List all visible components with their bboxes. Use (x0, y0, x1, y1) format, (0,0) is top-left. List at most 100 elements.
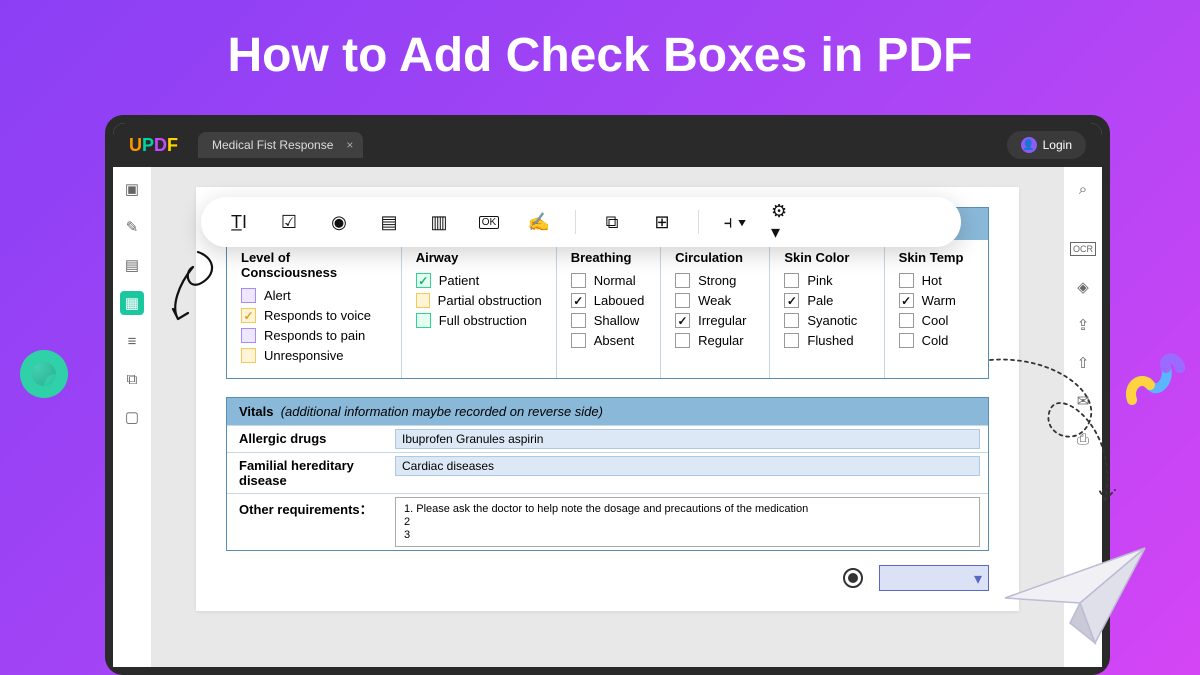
organize-icon[interactable]: ≡ (120, 329, 144, 353)
assessment-column: Skin TempHotWarmCoolCold (884, 240, 988, 378)
other-req-field[interactable]: 1. Please ask the doctor to help note th… (395, 497, 980, 547)
checkbox-option[interactable]: Shallow (571, 313, 646, 328)
checkbox-icon[interactable] (416, 313, 431, 328)
option-label: Alert (264, 288, 291, 303)
checkbox-icon[interactable] (241, 288, 256, 303)
option-label: Absent (594, 333, 634, 348)
checkbox-icon[interactable] (241, 308, 256, 323)
option-label: Cold (922, 333, 949, 348)
checkbox-icon[interactable] (241, 348, 256, 363)
button-icon[interactable]: OK (475, 210, 503, 234)
protect-icon[interactable]: ▢ (120, 405, 144, 429)
document-tab[interactable]: Medical Fist Response × (198, 132, 363, 158)
checkbox-option[interactable]: Strong (675, 273, 755, 288)
checkbox-icon[interactable] (241, 328, 256, 343)
checkbox-option[interactable]: Alert (241, 288, 387, 303)
image-field-icon[interactable]: ⧉ (598, 210, 626, 234)
hero-title: How to Add Check Boxes in PDF (0, 0, 1200, 83)
checkbox-icon[interactable] (416, 293, 430, 308)
option-label: Syanotic (807, 313, 857, 328)
checkbox-icon[interactable] (784, 333, 799, 348)
option-label: Pink (807, 273, 832, 288)
decorative-ring-icon (20, 350, 68, 398)
checkbox-option[interactable]: Syanotic (784, 313, 869, 328)
checkbox-option[interactable]: Absent (571, 333, 646, 348)
checkbox-icon[interactable] (675, 273, 690, 288)
ocr-icon[interactable]: OCR (1071, 237, 1095, 261)
checkbox-option[interactable]: Partial obstruction (416, 293, 542, 308)
close-icon[interactable]: × (346, 138, 353, 152)
option-label: Normal (594, 273, 636, 288)
checkbox-option[interactable]: Responds to voice (241, 308, 387, 323)
checkbox-icon[interactable] (675, 313, 690, 328)
radio-control[interactable] (843, 568, 863, 588)
checkbox-option[interactable]: Cool (899, 313, 974, 328)
checkbox-icon[interactable] (571, 293, 586, 308)
checkbox-icon[interactable]: ☑ (275, 210, 303, 234)
checkbox-option[interactable]: Hot (899, 273, 974, 288)
checkbox-icon[interactable] (571, 313, 586, 328)
option-label: Responds to pain (264, 328, 365, 343)
vitals-field[interactable]: Ibuprofen Granules aspirin (395, 429, 980, 449)
checkbox-option[interactable]: Normal (571, 273, 646, 288)
reader-icon[interactable]: ▣ (120, 177, 144, 201)
checkbox-icon[interactable] (675, 293, 690, 308)
checkbox-icon[interactable] (784, 273, 799, 288)
option-label: Regular (698, 333, 744, 348)
comment-icon[interactable]: ✎ (120, 215, 144, 239)
checkbox-icon[interactable] (416, 273, 431, 288)
checkbox-option[interactable]: Warm (899, 293, 974, 308)
search-icon[interactable]: ⌕ (1071, 177, 1095, 201)
radio-icon[interactable]: ◉ (325, 210, 353, 234)
list-box-icon[interactable]: ▤ (375, 210, 403, 234)
form-icon[interactable]: ▦ (120, 291, 144, 315)
properties-icon[interactable]: ⚙ ▾ (771, 210, 799, 234)
option-label: Flushed (807, 333, 853, 348)
option-label: Laboued (594, 293, 645, 308)
checkbox-option[interactable]: Unresponsive (241, 348, 387, 363)
title-bar: UPDF Medical Fist Response × 👤 Login (113, 123, 1102, 167)
checkbox-option[interactable]: Pink (784, 273, 869, 288)
checkbox-icon[interactable] (571, 333, 586, 348)
avatar-icon: 👤 (1021, 137, 1037, 153)
checkbox-option[interactable]: Regular (675, 333, 755, 348)
convert-icon[interactable]: ◈ (1071, 275, 1095, 299)
vitals-label: Allergic drugs (227, 426, 387, 452)
combo-box-icon[interactable]: ▥ (425, 210, 453, 234)
checkbox-option[interactable]: Responds to pain (241, 328, 387, 343)
checkbox-option[interactable]: Pale (784, 293, 869, 308)
option-label: Patient (439, 273, 479, 288)
compress-icon[interactable]: ⇪ (1071, 313, 1095, 337)
assessment-column: CirculationStrongWeakIrregularRegular (660, 240, 769, 378)
align-icon[interactable]: ⫞ ▾ (721, 210, 749, 234)
login-button[interactable]: 👤 Login (1007, 131, 1086, 159)
assessment-column: Level of ConsciousnessAlertResponds to v… (227, 240, 401, 378)
tab-label: Medical Fist Response (212, 138, 333, 152)
option-label: Cool (922, 313, 949, 328)
signature-icon[interactable]: ✍ (525, 210, 553, 234)
checkbox-icon[interactable] (899, 273, 914, 288)
checkbox-option[interactable]: Full obstruction (416, 313, 542, 328)
checkbox-option[interactable]: Patient (416, 273, 542, 288)
checkbox-icon[interactable] (784, 293, 799, 308)
vitals-field[interactable]: Cardiac diseases (395, 456, 980, 476)
checkbox-icon[interactable] (899, 333, 914, 348)
text-field-icon[interactable]: T̲I (225, 210, 253, 234)
checkbox-option[interactable]: Irregular (675, 313, 755, 328)
grid-icon[interactable]: ⊞ (648, 210, 676, 234)
checkbox-icon[interactable] (899, 313, 914, 328)
crop-icon[interactable]: ⧉ (120, 367, 144, 391)
checkbox-icon[interactable] (784, 313, 799, 328)
edit-icon[interactable]: ▤ (120, 253, 144, 277)
vitals-label: Familial hereditary disease (227, 453, 387, 493)
checkbox-icon[interactable] (571, 273, 586, 288)
option-label: Responds to voice (264, 308, 371, 323)
annotation-dotted-arrow-icon (980, 350, 1130, 520)
checkbox-icon[interactable] (899, 293, 914, 308)
checkbox-option[interactable]: Laboued (571, 293, 646, 308)
checkbox-option[interactable]: Flushed (784, 333, 869, 348)
dropdown-control[interactable] (879, 565, 989, 591)
checkbox-icon[interactable] (675, 333, 690, 348)
checkbox-option[interactable]: Weak (675, 293, 755, 308)
checkbox-option[interactable]: Cold (899, 333, 974, 348)
